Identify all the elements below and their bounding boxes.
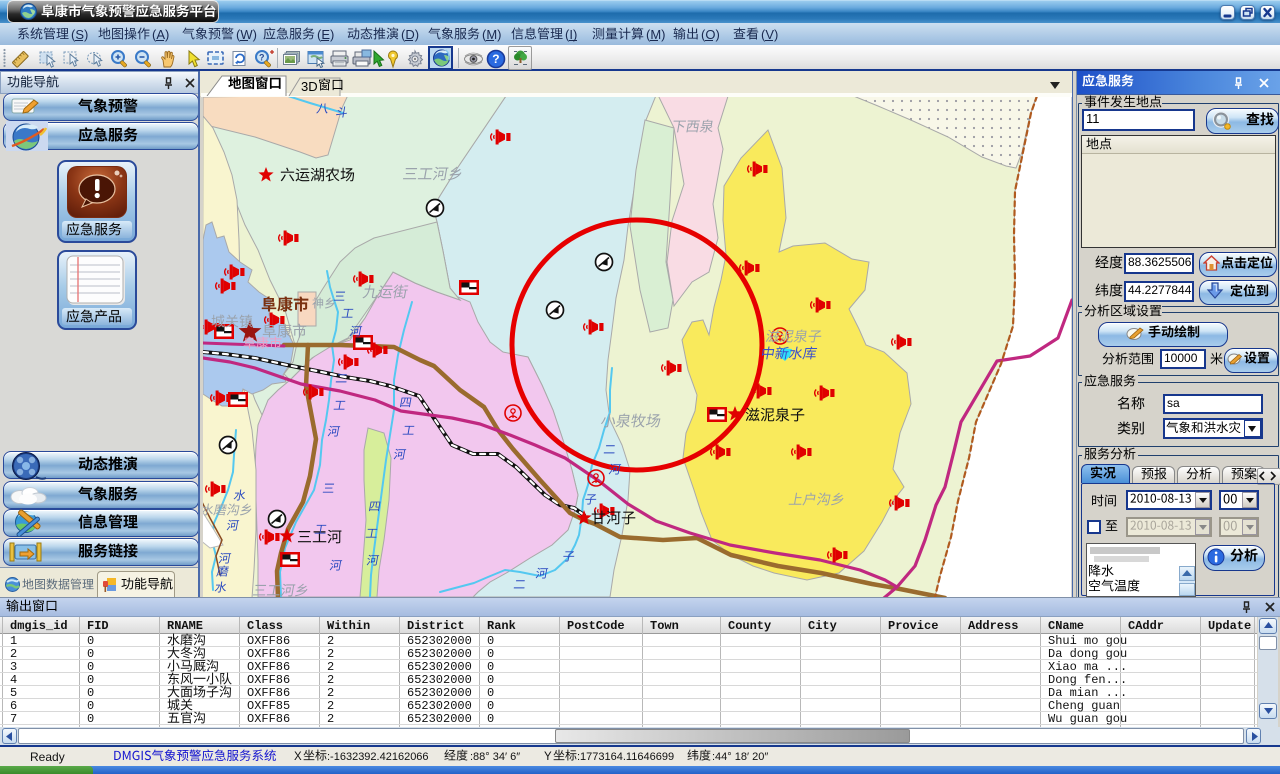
- svg-text:?: ?: [492, 52, 499, 66]
- svg-text:?: ?: [259, 53, 265, 63]
